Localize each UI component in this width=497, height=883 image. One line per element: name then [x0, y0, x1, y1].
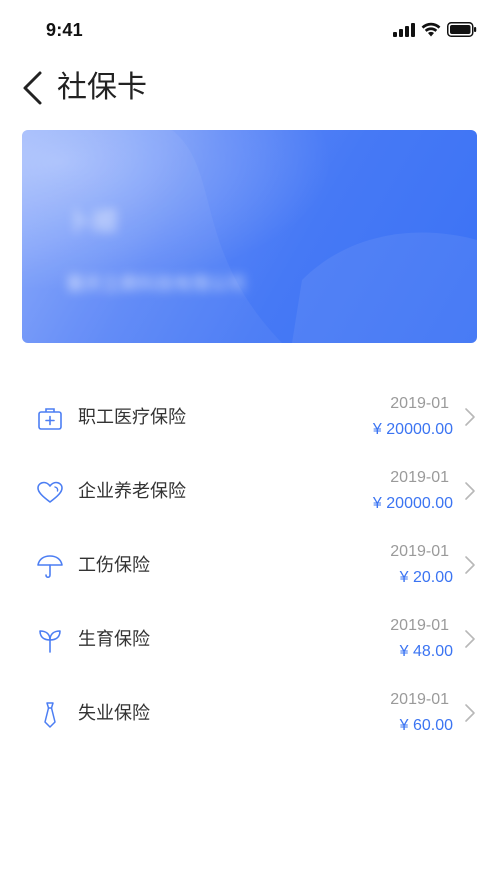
back-button[interactable] [18, 68, 46, 108]
chevron-right-icon [465, 556, 475, 574]
list-item-unemployment-insurance[interactable]: 失业保险 2019-01 ¥ 60.00 [0, 676, 497, 750]
wifi-icon [421, 22, 441, 37]
status-icons [393, 22, 477, 37]
heart-icon [35, 478, 65, 508]
item-amount: ¥ 48.00 [399, 643, 453, 660]
list-item-pension-insurance[interactable]: 企业养老保险 2019-01 ¥ 20000.00 [0, 454, 497, 528]
tie-icon [35, 700, 65, 730]
chevron-right-icon [465, 704, 475, 722]
chevron-right-icon [465, 482, 475, 500]
navigation-bar: 社保卡 [0, 60, 497, 116]
status-bar: 9:41 [0, 0, 497, 60]
insurance-list: 职工医疗保险 2019-01 ¥ 20000.00 企业养老保险 2019-01… [0, 380, 497, 750]
medical-kit-icon [35, 404, 65, 434]
card-holder-name: 卜顺 [66, 208, 119, 238]
chevron-right-icon [465, 408, 475, 426]
item-date: 2019-01 [390, 691, 449, 708]
item-amount: ¥ 20000.00 [372, 495, 453, 512]
item-name: 企业养老保险 [78, 481, 186, 502]
item-name: 生育保险 [78, 629, 150, 650]
status-time: 9:41 [46, 20, 83, 40]
cellular-signal-icon [393, 22, 415, 37]
page-title: 社保卡 [57, 70, 147, 105]
sprout-icon [35, 626, 65, 656]
item-name: 职工医疗保险 [78, 407, 186, 428]
card-company-name: 重庆立鼎科技有限公司 [66, 274, 246, 295]
chevron-left-icon [23, 71, 42, 105]
item-date: 2019-01 [390, 617, 449, 634]
social-security-card-screen: 9:41 社保卡 卜顺 重庆立鼎科技有限公司 职工医疗保险 2019-01 ¥ … [0, 0, 497, 883]
list-item-maternity-insurance[interactable]: 生育保险 2019-01 ¥ 48.00 [0, 602, 497, 676]
item-amount: ¥ 20.00 [399, 569, 453, 586]
umbrella-icon [35, 552, 65, 582]
social-security-card[interactable]: 卜顺 重庆立鼎科技有限公司 [22, 130, 477, 343]
item-date: 2019-01 [390, 395, 449, 412]
list-item-work-injury-insurance[interactable]: 工伤保险 2019-01 ¥ 20.00 [0, 528, 497, 602]
chevron-right-icon [465, 630, 475, 648]
item-date: 2019-01 [390, 469, 449, 486]
item-name: 工伤保险 [78, 555, 150, 576]
item-amount: ¥ 60.00 [399, 717, 453, 734]
list-item-medical-insurance[interactable]: 职工医疗保险 2019-01 ¥ 20000.00 [0, 380, 497, 454]
battery-icon [447, 22, 477, 37]
item-name: 失业保险 [78, 703, 150, 724]
item-date: 2019-01 [390, 543, 449, 560]
item-amount: ¥ 20000.00 [372, 421, 453, 438]
